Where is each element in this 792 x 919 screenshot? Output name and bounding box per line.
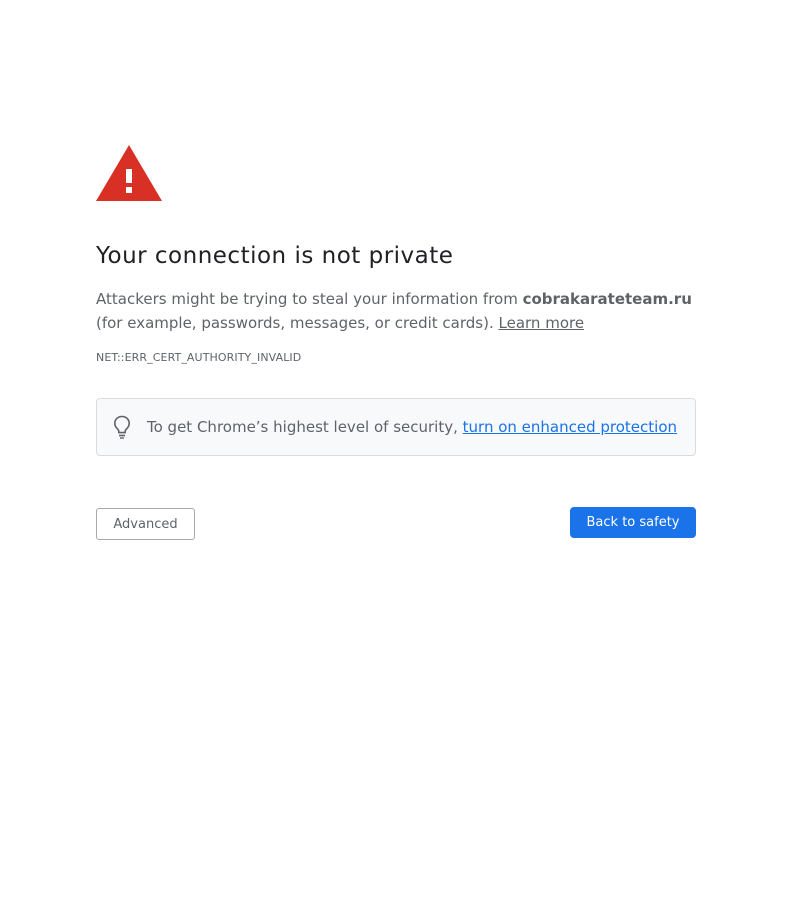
- button-row: Advanced Back to safety: [96, 507, 696, 541]
- enhanced-protection-box: To get Chrome’s highest level of securit…: [96, 398, 696, 456]
- lightbulb-icon: [113, 415, 131, 439]
- explanation-suffix: (for example, passwords, messages, or cr…: [96, 314, 499, 332]
- enhanced-protection-link[interactable]: turn on enhanced protection: [463, 418, 677, 436]
- advanced-button[interactable]: Advanced: [96, 508, 195, 540]
- explanation-prefix: Attackers might be trying to steal your …: [96, 290, 523, 308]
- explanation-text: Attackers might be trying to steal your …: [96, 287, 696, 335]
- page-title: Your connection is not private: [96, 243, 454, 269]
- back-to-safety-button[interactable]: Back to safety: [570, 507, 696, 538]
- error-code: NET::ERR_CERT_AUTHORITY_INVALID: [96, 351, 302, 364]
- enhanced-protection-text: To get Chrome’s highest level of securit…: [147, 418, 458, 436]
- interstitial-content: Your connection is not private Attackers…: [96, 145, 696, 541]
- learn-more-link[interactable]: Learn more: [499, 314, 585, 332]
- warning-triangle-icon: [96, 145, 162, 201]
- host-name: cobrakarateteam.ru: [522, 290, 692, 308]
